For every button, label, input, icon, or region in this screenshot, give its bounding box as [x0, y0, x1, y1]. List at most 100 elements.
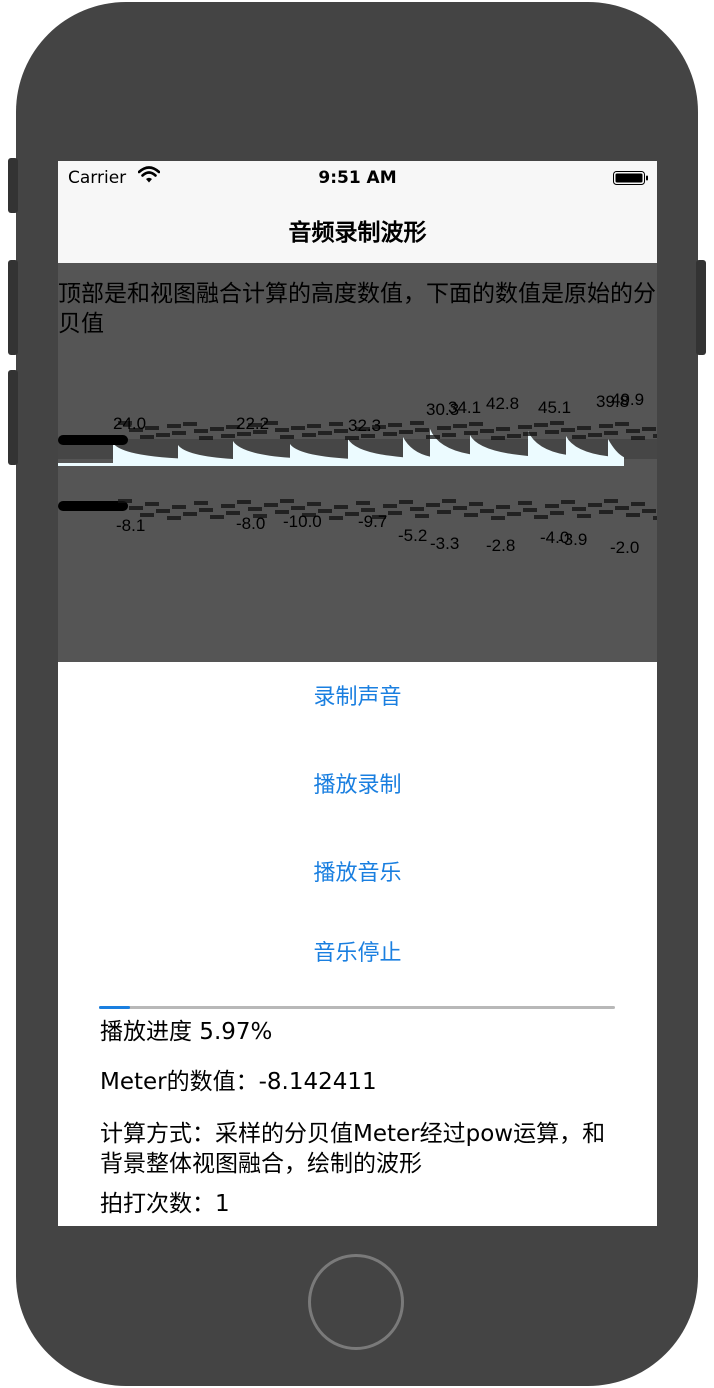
waveform-label-smear — [599, 424, 613, 428]
waveform-label-smear — [118, 499, 132, 503]
waveform-label-smear — [604, 499, 618, 503]
waveform-label-smear — [399, 430, 413, 434]
waveform-top-label: 24.0 — [113, 414, 146, 433]
waveform-label-smear — [615, 422, 629, 426]
waveform-label-smear — [626, 429, 640, 433]
waveform-label-smear — [291, 426, 305, 430]
waveform-label-smear — [167, 424, 181, 428]
waveform-label-smear — [534, 423, 548, 427]
waveform-label-smear — [518, 501, 532, 505]
waveform-label-smear — [183, 512, 197, 516]
page-title: 音频录制波形 — [288, 220, 427, 246]
waveform-top-label: 45.1 — [538, 398, 571, 417]
nav-bar: 音频录制波形 — [58, 195, 657, 263]
waveform-label-smear — [615, 506, 629, 510]
waveform-label-smear — [588, 503, 602, 507]
waveform-label-smear — [496, 505, 510, 509]
waveform-label-smear — [345, 436, 359, 440]
waveform-bottom-label: -3.3 — [430, 534, 459, 553]
playback-progress-bar — [99, 1006, 615, 1009]
volume-down-button — [8, 370, 18, 465]
waveform-top-label: 49.9 — [611, 390, 644, 409]
waveform-label-smear — [491, 516, 505, 520]
waveform-label-smear — [307, 502, 321, 506]
waveform-label-smear — [210, 515, 224, 519]
waveform-label-smear — [469, 422, 483, 426]
waveform-label-smear — [399, 500, 413, 504]
waveform-label-smear — [572, 507, 586, 511]
waveform-label-smear — [280, 435, 294, 439]
waveform-label-smear — [415, 514, 429, 518]
mute-switch — [8, 158, 18, 213]
waveform-label-smear — [577, 514, 591, 518]
waveform-label-smear — [550, 421, 564, 425]
waveform-label-smear — [561, 428, 575, 432]
waveform-top-label: 32.3 — [348, 416, 381, 435]
waveform-label-smear — [383, 432, 397, 436]
waveform-label-smear — [534, 515, 548, 519]
waveform-label-smear — [145, 502, 159, 506]
waveform-label-smear — [291, 506, 305, 510]
waveform-label-smear — [480, 429, 494, 433]
waveform-label-smear — [453, 506, 467, 510]
waveform-label-smear — [631, 502, 645, 506]
waveform-label-smear — [464, 513, 478, 517]
waveform-label-smear — [410, 421, 424, 425]
waveform-label-smear — [507, 512, 521, 516]
waveform-label-smear — [221, 434, 235, 438]
stop-music-button[interactable]: 音乐停止 — [58, 935, 657, 967]
waveform-top-label: 22.2 — [236, 414, 269, 433]
waveform-label-smear — [334, 505, 348, 509]
waveform-label-smear — [426, 503, 440, 507]
waveform-label-smear — [653, 516, 657, 520]
waveform-label-smear — [264, 503, 278, 507]
waveform-canvas: 24.0 22.2 32.330.334.1 42.8 45.1 39.849.9-8.1… — [58, 390, 657, 557]
beat-count-label: 拍打次数：1 — [100, 1191, 230, 1217]
waveform-label-smear — [491, 436, 505, 440]
waveform-label-smear — [410, 507, 424, 511]
waveform-label-smear — [642, 427, 656, 431]
waveform-bottom-label: -3.9 — [558, 530, 587, 549]
play-music-button[interactable]: 播放音乐 — [58, 855, 657, 887]
waveform-label-smear — [156, 509, 170, 513]
waveform-label-smear — [631, 436, 645, 440]
status-bar: Carrier 9:51 AM — [58, 161, 657, 195]
waveform-label-smear — [280, 499, 294, 503]
waveform-label-smear — [172, 431, 186, 435]
waveform-overlap-mark — [58, 435, 128, 445]
waveform-panel: 顶部是和视图融合计算的高度数值，下面的数值是原始的分贝值 24.0 22.2 32.… — [58, 263, 657, 662]
waveform-label-smear — [388, 511, 402, 515]
waveform-label-smear — [129, 506, 143, 510]
battery-icon — [613, 170, 648, 185]
waveform-bottom-label: -9.7 — [358, 512, 387, 531]
waveform-top-label: 42.8 — [486, 394, 519, 413]
waveform-bottom-label: -8.1 — [116, 516, 145, 535]
waveform-label-smear — [248, 507, 262, 511]
waveform-label-smear — [275, 428, 289, 432]
app-screen: Carrier 9:51 AM 音频录制波形 顶部是和视图融合计算的高度数值，下… — [58, 161, 657, 1226]
waveform-overlap-mark — [58, 501, 128, 511]
waveform-bottom-label: -8.0 — [236, 514, 265, 533]
waveform-label-smear — [194, 429, 208, 433]
record-button[interactable]: 录制声音 — [58, 679, 657, 711]
waveform-label-smear — [388, 423, 402, 427]
waveform-label-smear — [545, 430, 559, 434]
waveform-label-smear — [156, 433, 170, 437]
waveform-label-smear — [464, 431, 478, 435]
waveform-label-smear — [642, 509, 656, 513]
waveform-label-smear — [221, 504, 235, 508]
power-button — [696, 260, 706, 355]
waveform-label-smear — [199, 508, 213, 512]
waveform-label-smear — [453, 424, 467, 428]
waveform-label-smear — [518, 425, 532, 429]
waveform-label-smear — [356, 501, 370, 505]
waveform-label-smear — [523, 508, 537, 512]
waveform-label-smear — [302, 433, 316, 437]
waveform-label-smear — [577, 426, 591, 430]
play-recording-button[interactable]: 播放录制 — [58, 767, 657, 799]
waveform-baseline — [58, 463, 624, 466]
waveform-label-smear — [442, 433, 456, 437]
home-button[interactable] — [308, 1254, 404, 1350]
waveform-label-smear — [183, 422, 197, 426]
waveform-label-smear — [426, 435, 440, 439]
